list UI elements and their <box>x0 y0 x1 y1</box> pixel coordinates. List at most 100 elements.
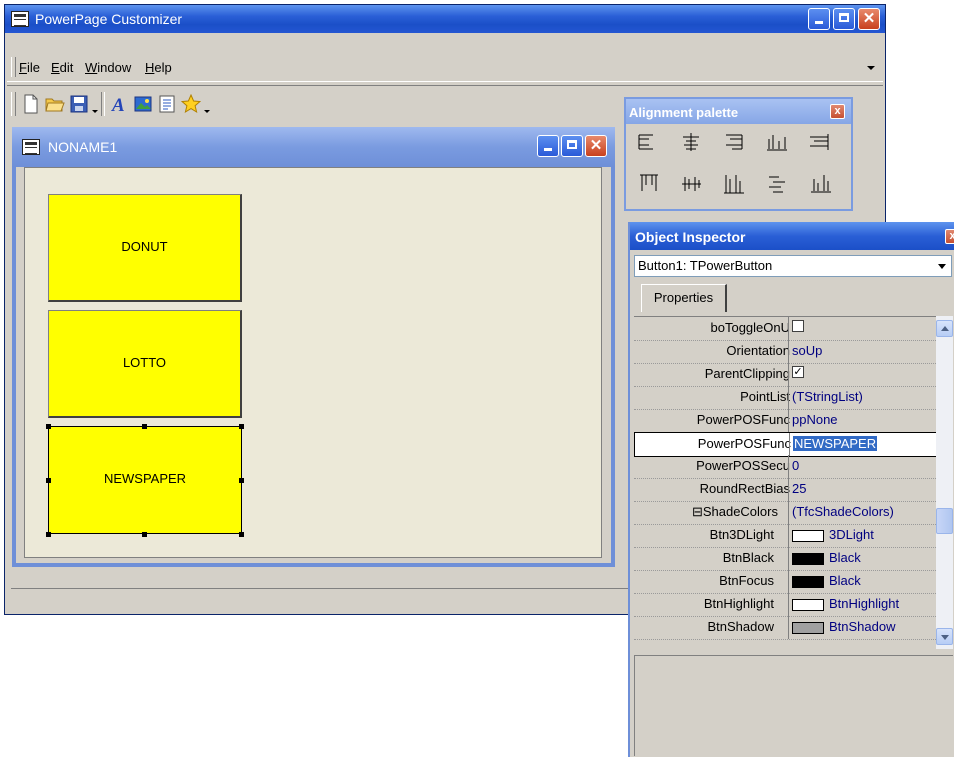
color-swatch <box>792 529 824 542</box>
align-right-icon[interactable] <box>722 131 746 153</box>
newspaper-button[interactable]: NEWSPAPER <box>48 426 242 534</box>
property-row[interactable]: PowerPOSFunc NEWSPAPER <box>634 432 936 457</box>
column-divider <box>788 593 789 616</box>
property-value[interactable]: NEWSPAPER <box>793 436 878 451</box>
palette-close-button[interactable]: x <box>830 104 845 119</box>
maximize-button[interactable] <box>833 8 855 30</box>
star-dropdown-icon[interactable] <box>204 110 210 113</box>
selection-handle[interactable] <box>46 478 51 483</box>
property-row[interactable]: BtnBlack Black <box>634 547 936 571</box>
property-row[interactable]: Btn3DLight 3DLight <box>634 524 936 548</box>
minimize-button[interactable] <box>808 8 830 30</box>
document-icon[interactable] <box>157 94 177 114</box>
property-row[interactable]: ParentClipping ✓ <box>634 363 936 387</box>
property-row[interactable]: PowerPOSSecu 0 <box>634 455 936 479</box>
main-title-bar[interactable]: PowerPage Customizer ✕ <box>5 5 885 33</box>
selection-handle[interactable] <box>239 424 244 429</box>
object-selector[interactable]: Button1: TPowerButton <box>634 255 952 277</box>
close-button[interactable]: ✕ <box>858 8 880 30</box>
menu-file[interactable]: File <box>19 60 40 75</box>
child-window-title: NONAME1 <box>48 139 118 155</box>
property-row[interactable]: BtnFocus Black <box>634 570 936 594</box>
selection-handle[interactable] <box>46 424 51 429</box>
align-left-icon[interactable] <box>636 131 660 153</box>
align-top-icon[interactable] <box>636 173 660 195</box>
align-bottom-icon[interactable] <box>722 173 746 195</box>
child-maximize-button[interactable] <box>561 135 583 157</box>
menu-chevron-icon[interactable] <box>867 66 875 70</box>
donut-button[interactable]: DONUT <box>48 194 242 302</box>
property-row[interactable]: Orientation soUp <box>634 340 936 364</box>
space-horizontal-icon[interactable] <box>765 131 789 153</box>
selection-handle[interactable] <box>46 532 51 537</box>
property-value[interactable]: (TStringList) <box>792 389 863 404</box>
checkbox[interactable]: ✓ <box>792 366 804 378</box>
menu-window[interactable]: Window <box>85 60 131 75</box>
palette-title: Alignment palette <box>629 105 739 120</box>
selection-handle[interactable] <box>142 424 147 429</box>
property-row[interactable]: PowerPOSFunc ppNone <box>634 409 936 433</box>
property-value[interactable]: (TfcShadeColors) <box>792 504 894 519</box>
lotto-button[interactable]: LOTTO <box>48 310 242 418</box>
space-vertical-icon[interactable] <box>765 173 789 195</box>
child-title-bar[interactable]: NONAME1 ✕ <box>12 127 615 167</box>
selection-handle[interactable] <box>239 532 244 537</box>
align-bottom-edge-icon[interactable] <box>808 173 832 195</box>
toolbar-grip[interactable] <box>11 92 16 116</box>
tab-properties[interactable]: Properties <box>641 284 727 312</box>
property-value[interactable]: Black <box>792 573 861 588</box>
property-row[interactable]: BtnShadow BtnShadow <box>634 616 936 640</box>
font-icon[interactable]: A <box>109 94 129 114</box>
save-icon[interactable] <box>69 94 89 114</box>
scroll-down-icon[interactable] <box>936 628 953 645</box>
palette-title-bar[interactable]: Alignment palette x <box>626 99 851 124</box>
chevron-down-icon[interactable] <box>938 264 946 269</box>
property-row[interactable]: boToggleOnU <box>634 317 936 341</box>
child-minimize-button[interactable] <box>537 135 559 157</box>
inspector-title-bar[interactable]: Object Inspector x <box>630 222 954 250</box>
column-divider <box>788 570 789 593</box>
property-value[interactable]: BtnHighlight <box>792 596 899 611</box>
scroll-up-icon[interactable] <box>936 320 953 337</box>
property-value[interactable]: soUp <box>792 343 822 358</box>
save-dropdown-icon[interactable] <box>92 110 98 113</box>
inspector-close-button[interactable]: x <box>945 229 954 244</box>
checkbox[interactable] <box>792 320 804 332</box>
property-value[interactable]: 0 <box>792 458 799 473</box>
property-value[interactable]: 3DLight <box>792 527 874 542</box>
align-hcenter-icon[interactable] <box>679 131 703 153</box>
menu-edit[interactable]: Edit <box>51 60 73 75</box>
selection-handle[interactable] <box>142 532 147 537</box>
property-row[interactable]: BtnHighlight BtnHighlight <box>634 593 936 617</box>
menu-help[interactable]: Help <box>145 60 172 75</box>
open-folder-icon[interactable] <box>45 94 65 114</box>
align-vcenter-icon[interactable] <box>679 173 703 195</box>
property-name: BtnFocus <box>719 573 774 588</box>
property-value[interactable]: ppNone <box>792 412 838 427</box>
column-divider <box>788 386 789 409</box>
property-row[interactable]: PointList (TStringList) <box>634 386 936 410</box>
image-icon[interactable] <box>133 94 153 114</box>
scroll-thumb[interactable] <box>936 508 953 534</box>
property-value[interactable]: ✓ <box>792 366 804 381</box>
selection-handle[interactable] <box>239 478 244 483</box>
align-right-edge-icon[interactable] <box>808 131 832 153</box>
star-icon[interactable] <box>181 94 201 114</box>
new-file-icon[interactable] <box>21 94 41 114</box>
column-divider <box>788 363 789 386</box>
property-value-text: soUp <box>792 343 823 358</box>
property-row[interactable]: RoundRectBias 25 <box>634 478 936 502</box>
property-value[interactable]: BtnShadow <box>792 619 896 634</box>
property-value[interactable]: Black <box>792 550 861 565</box>
design-form[interactable]: DONUT LOTTO NEWSPAPER <box>24 167 602 558</box>
property-row[interactable]: ⊟ShadeColors (TfcShadeColors) <box>634 501 936 525</box>
column-divider <box>788 317 789 340</box>
color-swatch <box>792 621 824 634</box>
menubar-grip[interactable] <box>11 57 16 77</box>
property-scrollbar[interactable] <box>936 316 953 649</box>
property-value[interactable]: 25 <box>792 481 806 496</box>
color-swatch <box>792 598 824 611</box>
child-close-button[interactable]: ✕ <box>585 135 607 157</box>
property-value[interactable] <box>792 320 804 335</box>
menu-bar: File Edit Window Help <box>7 53 883 82</box>
